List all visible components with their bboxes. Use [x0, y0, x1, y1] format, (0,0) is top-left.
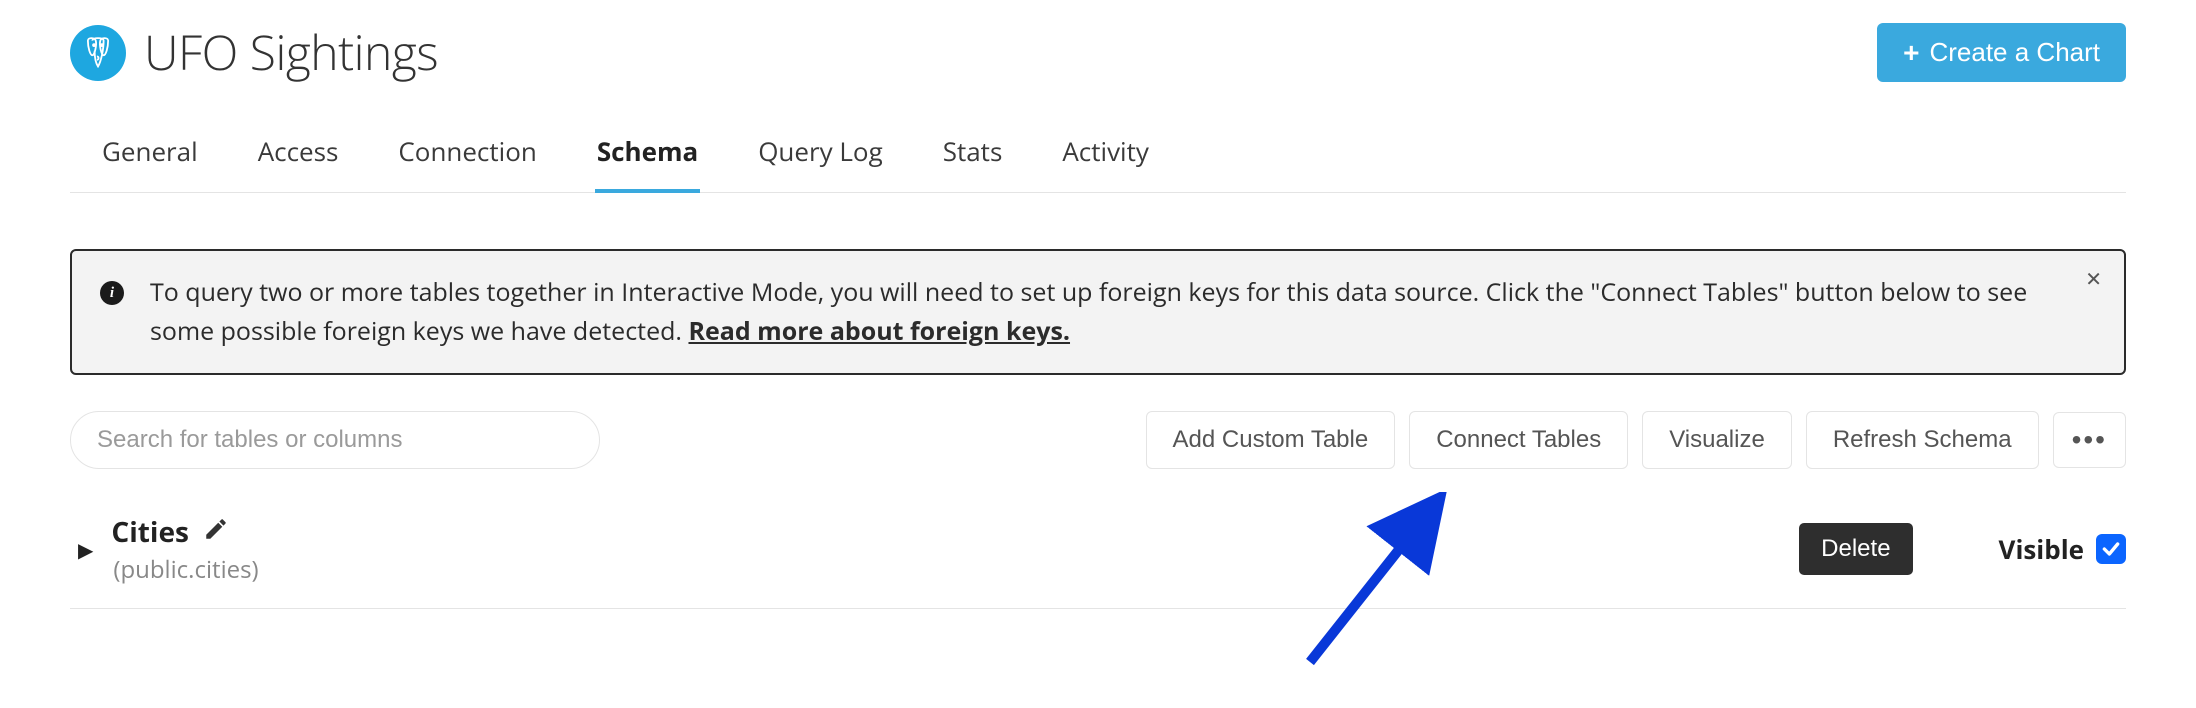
table-qualified-name: (public.cities): [113, 553, 258, 586]
search-input[interactable]: [70, 411, 600, 469]
tabs: General Access Connection Schema Query L…: [70, 125, 2126, 193]
delete-button[interactable]: Delete: [1799, 523, 1912, 575]
info-banner: i To query two or more tables together i…: [70, 249, 2126, 375]
tab-query-log[interactable]: Query Log: [756, 125, 885, 193]
foreign-keys-link[interactable]: Read more about foreign keys.: [688, 314, 1070, 348]
create-chart-label: Create a Chart: [1929, 37, 2100, 68]
table-name: Cities: [111, 513, 189, 551]
visible-label: Visible: [1999, 531, 2084, 567]
tab-connection[interactable]: Connection: [396, 125, 538, 193]
pencil-icon[interactable]: [203, 516, 229, 547]
tab-stats[interactable]: Stats: [941, 125, 1005, 193]
info-text-body: To query two or more tables together in …: [150, 275, 2027, 348]
create-chart-button[interactable]: + Create a Chart: [1877, 23, 2126, 82]
plus-icon: +: [1903, 39, 1919, 67]
info-text: To query two or more tables together in …: [150, 273, 2096, 351]
page-title: UFO Sightings: [144, 20, 438, 85]
table-name-block: Cities (public.cities): [111, 513, 258, 586]
more-menu-button[interactable]: •••: [2053, 412, 2126, 468]
disclosure-icon[interactable]: ▶: [78, 536, 93, 563]
tab-general[interactable]: General: [100, 125, 200, 193]
title-group: UFO Sightings: [70, 20, 438, 85]
info-icon: i: [100, 281, 124, 305]
toolbar-row: Add Custom Table Connect Tables Visualiz…: [70, 411, 2126, 469]
ellipsis-icon: •••: [2072, 426, 2107, 454]
tab-activity[interactable]: Activity: [1060, 125, 1151, 193]
postgres-icon: [70, 25, 126, 81]
refresh-schema-button[interactable]: Refresh Schema: [1806, 411, 2039, 469]
close-icon[interactable]: ✕: [2085, 269, 2102, 289]
connect-tables-button[interactable]: Connect Tables: [1409, 411, 1628, 469]
add-custom-table-button[interactable]: Add Custom Table: [1146, 411, 1396, 469]
visible-checkbox[interactable]: [2096, 534, 2126, 564]
header-row: UFO Sightings + Create a Chart: [70, 20, 2126, 85]
tab-access[interactable]: Access: [256, 125, 341, 193]
visualize-button[interactable]: Visualize: [1642, 411, 1792, 469]
tab-schema[interactable]: Schema: [595, 125, 700, 193]
table-row: ▶ Cities (public.cities) Delete Visible: [70, 513, 2126, 609]
